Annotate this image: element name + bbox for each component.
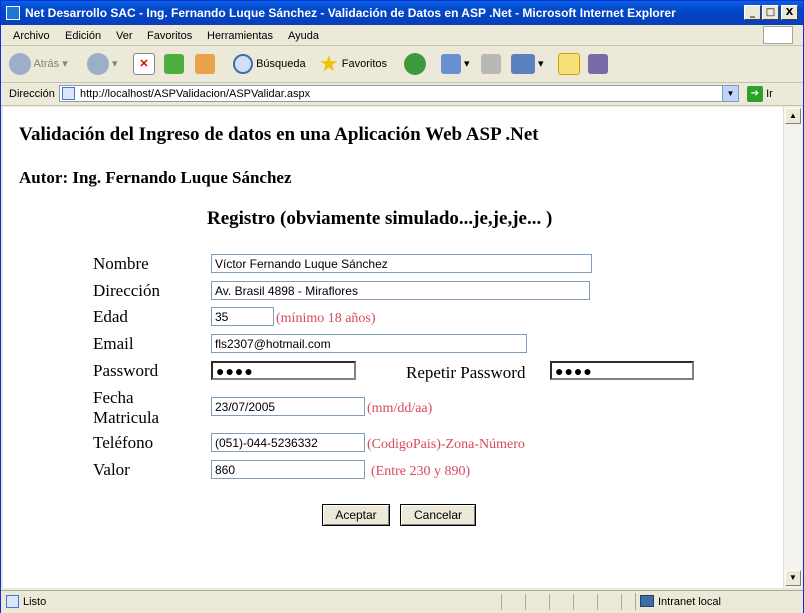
menu-herramientas[interactable]: Herramientas [207,30,273,42]
page-status-icon [6,595,19,608]
toolbar: Atrás ▾ ▾ ✕ Búsqueda ★ Favoritos ▾ ▾ [1,46,803,83]
print-button[interactable] [481,52,501,76]
messenger-icon [588,54,608,75]
edad-hint: (mínimo 18 años) [276,311,376,326]
vertical-scrollbar[interactable]: ▲ ▼ [783,107,802,588]
back-label: Atrás [33,58,60,70]
home-icon [195,54,215,75]
password-input[interactable] [211,361,356,380]
edad-input[interactable] [211,307,274,326]
status-text: Listo [23,596,47,608]
home-button[interactable] [195,52,215,76]
zone-text: Intranet local [658,596,721,608]
status-bar: Listo Intranet local [1,590,803,613]
history-button[interactable] [404,52,426,76]
mail-icon [441,54,461,75]
edit-icon [511,54,535,75]
menu-ayuda[interactable]: Ayuda [288,30,319,42]
repetir-password-input[interactable] [550,361,694,380]
password-label: Password [93,361,159,380]
telefono-label: Teléfono [93,433,154,452]
search-label: Búsqueda [256,58,306,70]
forward-button[interactable]: ▾ [87,52,118,76]
scroll-up-icon[interactable]: ▲ [785,108,801,124]
printer-icon [481,54,501,75]
edad-label: Edad [93,307,128,326]
direccion-input[interactable] [211,281,590,300]
status-divider [525,594,526,610]
valor-input[interactable] [211,460,365,479]
security-zone: Intranet local [635,593,802,610]
address-bar: Dirección http://localhost/ASPValidacion… [1,83,803,106]
direccion-label: Dirección [93,281,161,300]
favorites-button[interactable]: ★ Favoritos [319,52,387,76]
go-arrow-icon: ➔ [747,86,763,102]
form-title: Registro (obviamente simulado...je,je,je… [207,208,553,229]
menu-archivo[interactable]: Archivo [13,30,50,42]
address-dropdown-icon[interactable]: ▼ [722,86,738,101]
telefono-input[interactable] [211,433,365,452]
go-button[interactable]: ➔ Ir [747,86,773,102]
refresh-icon [164,54,184,75]
fecha-hint: (mm/dd/aa) [367,401,433,416]
mail-button[interactable]: ▾ [441,52,470,76]
author-line: Autor: Ing. Fernando Luque Sánchez [19,168,292,187]
browser-window: Net Desarrollo SAC - Ing. Fernando Luque… [0,0,804,613]
messenger-button[interactable] [588,52,608,76]
address-input[interactable]: http://localhost/ASPValidacion/ASPValida… [59,85,739,102]
menu-edicion[interactable]: Edición [65,30,101,42]
stop-button[interactable]: ✕ [133,52,155,76]
edit-button[interactable]: ▾ [511,52,544,76]
favorites-label: Favoritos [341,58,388,70]
matricula-label: Matricula [93,408,160,427]
intranet-icon [640,595,654,607]
status-divider [501,594,502,610]
menu-favoritos[interactable]: Favoritos [147,30,192,42]
stop-icon: ✕ [133,53,155,76]
address-url[interactable]: http://localhost/ASPValidacion/ASPValida… [80,88,310,100]
forward-arrow-icon [87,53,109,76]
scroll-down-icon[interactable]: ▼ [785,570,801,586]
page-content: Validación del Ingreso de datos en una A… [3,107,783,588]
menu-bar: Archivo Edición Ver Favoritos Herramient… [1,25,803,46]
status-divider [573,594,574,610]
back-button[interactable]: Atrás ▾ [9,52,68,76]
nombre-label: Nombre [93,254,149,273]
telefono-hint: (CodigoPais)-Zona-Número [367,437,525,452]
windows-logo-icon [763,26,793,44]
status-divider [597,594,598,610]
title-bar[interactable]: Net Desarrollo SAC - Ing. Fernando Luque… [1,1,803,25]
address-label: Dirección [9,88,55,100]
refresh-button[interactable] [164,52,184,76]
email-input[interactable] [211,334,527,353]
search-button[interactable]: Búsqueda [233,52,306,76]
menu-ver[interactable]: Ver [116,30,133,42]
aceptar-button[interactable]: Aceptar [322,504,390,526]
window-title: Net Desarrollo SAC - Ing. Fernando Luque… [25,6,676,20]
nombre-input[interactable] [211,254,592,273]
status-divider [549,594,550,610]
history-icon [404,53,426,76]
repetir-password-label: Repetir Password [406,363,526,382]
ie-icon [6,6,20,20]
valor-hint: (Entre 230 y 890) [371,464,471,479]
valor-label: Valor [93,460,130,479]
fecha-matricula-input[interactable] [211,397,365,416]
close-button[interactable]: X [781,5,798,20]
star-icon: ★ [319,51,339,77]
page-title: Validación del Ingreso de datos en una A… [19,124,539,145]
search-icon [233,54,253,75]
email-label: Email [93,334,134,353]
cancelar-button[interactable]: Cancelar [400,504,476,526]
maximize-button[interactable]: □ [762,5,779,20]
note-icon [558,53,580,76]
back-arrow-icon [9,53,31,76]
go-label: Ir [766,87,773,100]
fecha-label: Fecha [93,388,134,407]
status-divider [621,594,622,610]
discuss-button[interactable] [558,52,580,76]
minimize-button[interactable]: _ [744,5,761,20]
page-icon [62,87,75,100]
